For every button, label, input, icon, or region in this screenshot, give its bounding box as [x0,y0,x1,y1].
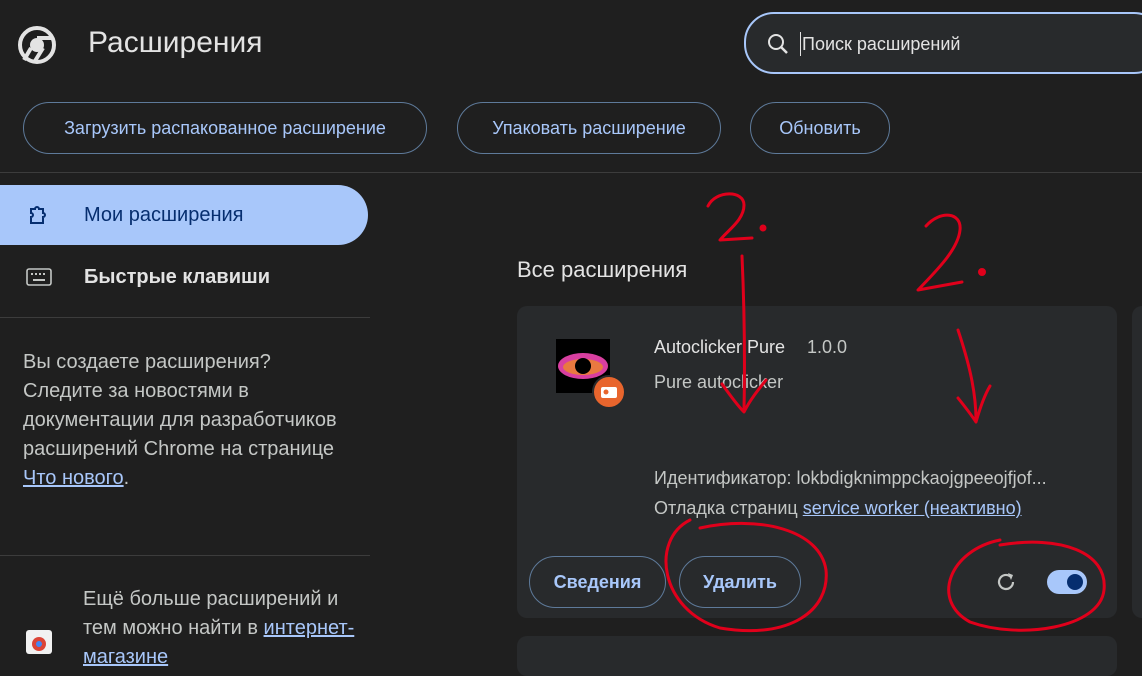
sidebar-item-label: Мои расширения [84,204,244,226]
extension-card-side [1132,306,1142,618]
keyboard-icon [26,268,52,286]
search-input[interactable]: Поиск расширений [802,34,960,55]
toggle-knob [1067,574,1083,590]
top-bar: Расширения Поиск расширений [0,0,1142,92]
extension-id: Идентификатор: lokbdigknimppckaojgpeeojf… [654,468,1047,488]
details-button[interactable]: Сведения [529,556,666,608]
web-store-icon [26,630,52,654]
update-button[interactable]: Обновить [750,102,890,154]
developer-toolbar: Загрузить распакованное расширение Упако… [0,92,1142,173]
search-box[interactable]: Поиск расширений [744,12,1142,74]
web-store-promo: Ещё больше расширений и тем можно найти … [83,585,363,672]
search-icon [768,34,788,54]
whats-new-link[interactable]: Что нового [23,467,124,489]
sidebar-item-shortcuts[interactable]: Быстрые клавиши [0,246,368,306]
extension-description: Pure autoclicker [654,372,784,392]
load-unpacked-button[interactable]: Загрузить распакованное расширение [23,102,427,154]
section-title: Все расширения [517,257,688,282]
sidebar-item-label: Быстрые клавиши [84,266,270,288]
developer-promo: Вы создаете расширения? Следите за новос… [23,348,343,493]
page-title: Расширения [88,26,263,59]
sidebar: Мои расширения Быстрые клавиши Вы создае… [0,172,372,668]
extension-version: 1.0.0 [807,337,848,357]
inspect-views: Отладка страниц service worker (неактивн… [654,498,1022,519]
extension-name: Autoclicker Pure [654,337,786,357]
pack-extension-button[interactable]: Упаковать расширение [457,102,721,154]
extension-card-next [517,636,1117,676]
puzzle-icon [30,206,46,224]
handwritten-mark-right [916,213,964,292]
enable-toggle[interactable] [1047,570,1087,594]
inspect-label: Отладка страниц [654,498,798,518]
chrome-logo-icon [18,26,56,64]
sidebar-item-my-extensions[interactable]: Мои расширения [0,185,368,245]
extension-card: Autoclicker Pure 1.0.0 Pure autoclicker … [517,306,1117,618]
reload-icon[interactable] [994,570,1018,594]
divider [0,555,370,556]
handwritten-mark-left [706,192,754,242]
divider [0,317,370,318]
remove-button[interactable]: Удалить [679,556,801,608]
service-worker-link[interactable]: service worker (неактивно) [803,498,1022,518]
promo-text: Вы создаете расширения? Следите за новос… [23,351,337,460]
unpacked-badge-icon [592,375,626,409]
text-caret [800,32,801,56]
promo-end: . [123,467,130,489]
